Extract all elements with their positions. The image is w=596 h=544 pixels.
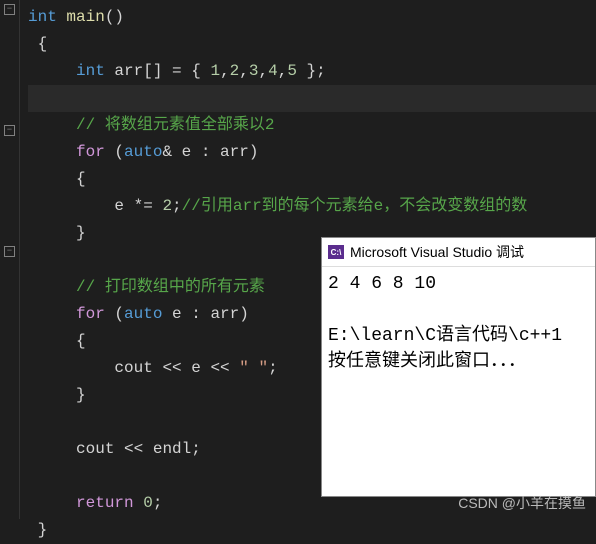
fold-icon-main[interactable]: − bbox=[4, 4, 15, 15]
console-icon: C:\ bbox=[328, 245, 344, 259]
parens: () bbox=[105, 8, 124, 26]
fold-icon-for1[interactable]: − bbox=[4, 125, 15, 136]
watermark: CSDN @小羊在摸鱼 bbox=[458, 493, 586, 513]
cout: cout bbox=[114, 359, 162, 377]
keyword-return: return bbox=[76, 494, 134, 512]
console-titlebar[interactable]: C:\ Microsoft Visual Studio 调试 bbox=[322, 238, 595, 267]
fold-icon-for2[interactable]: − bbox=[4, 246, 15, 257]
console-title: Microsoft Visual Studio 调试 bbox=[350, 242, 524, 262]
keyword-for: for bbox=[76, 305, 105, 323]
comment: // 打印数组中的所有元素 bbox=[76, 278, 265, 296]
comment: //引用arr到的每个元素给e，不会改变数组的数 bbox=[182, 197, 528, 215]
console-output: 2 4 6 8 10 E:\learn\C语言代码\c++1 按任意键关闭此窗口… bbox=[322, 267, 595, 379]
console-window: C:\ Microsoft Visual Studio 调试 2 4 6 8 1… bbox=[321, 237, 596, 497]
string-literal: " " bbox=[239, 359, 268, 377]
brace-open: { bbox=[38, 35, 48, 53]
func-main: main bbox=[66, 8, 104, 26]
keyword-int: int bbox=[28, 8, 57, 26]
arr-decl: arr[] bbox=[105, 62, 172, 80]
keyword-auto: auto bbox=[124, 143, 162, 161]
comment: // 将数组元素值全部乘以2 bbox=[76, 116, 274, 134]
cout: cout bbox=[76, 440, 124, 458]
keyword-for: for bbox=[76, 143, 105, 161]
cursor-line bbox=[28, 85, 596, 112]
keyword-int: int bbox=[76, 62, 105, 80]
fold-gutter: − − − bbox=[0, 0, 20, 519]
keyword-auto: auto bbox=[124, 305, 162, 323]
brace-close: } bbox=[38, 521, 48, 539]
